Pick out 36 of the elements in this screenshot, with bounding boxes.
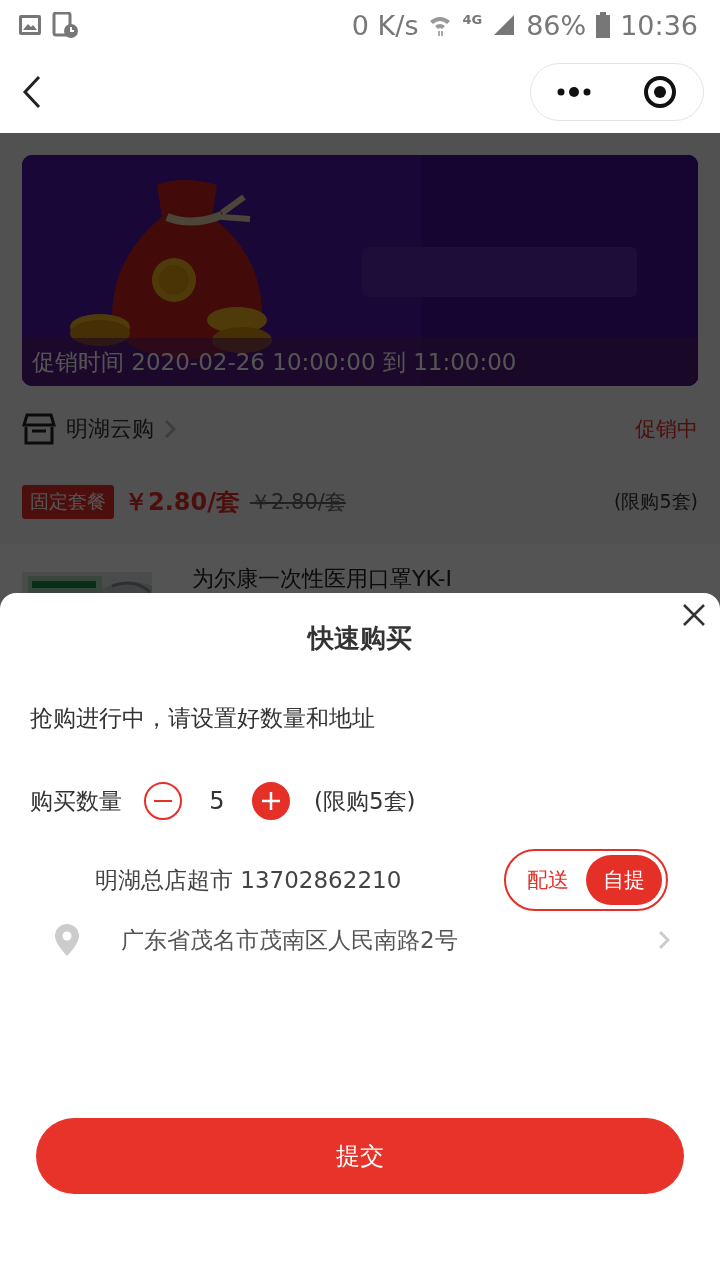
sheet-title: 快速购买 [308, 621, 412, 655]
image-icon [18, 13, 42, 37]
increase-button[interactable] [252, 782, 290, 820]
battery-level: 86% [526, 9, 587, 41]
notice-text: 抢购进行中，请设置好数量和地址 [30, 705, 375, 731]
chevron-right-icon [658, 930, 670, 950]
signal-icon [492, 13, 517, 37]
store-contact: 明湖总店超市 13702862210 [95, 865, 402, 895]
plus-icon [262, 792, 280, 810]
minus-icon [154, 800, 172, 802]
battery-icon [596, 12, 611, 38]
delivery-option[interactable]: 配送 [510, 855, 586, 905]
promo-time: 促销时间 2020-02-26 10:00:00 到 11:00:00 [32, 347, 517, 377]
package-tag: 固定套餐 [22, 485, 114, 519]
target-icon [643, 74, 677, 109]
more-icon [556, 86, 592, 97]
delivery-option[interactable]: 自提 [586, 855, 662, 905]
product-name: 为尔康一次性医用口罩YK-I [192, 565, 452, 593]
promo-status: 促销中 [635, 416, 698, 443]
location-pin-icon [55, 924, 79, 956]
quantity-limit: (限购5套) [314, 786, 416, 816]
price: ￥2.80/套 [124, 487, 240, 518]
clock-time: 10:36 [620, 9, 698, 41]
tablet-clock-icon [52, 12, 78, 38]
quantity-value: 5 [208, 787, 226, 815]
network-type: 4G [462, 12, 483, 27]
address-text[interactable]: 广东省茂名市茂南区人民南路2号 [121, 924, 616, 956]
back-icon[interactable] [22, 74, 42, 109]
shop-icon [22, 413, 56, 445]
decrease-button[interactable] [144, 782, 182, 820]
purchase-limit: (限购5套) [614, 489, 698, 514]
shop-name[interactable]: 明湖云购 [66, 414, 154, 444]
submit-button[interactable]: 提交 [36, 1118, 684, 1194]
close-icon [682, 603, 706, 627]
network-speed: 0 K/s [351, 9, 419, 41]
quantity-label: 购买数量 [30, 786, 122, 816]
